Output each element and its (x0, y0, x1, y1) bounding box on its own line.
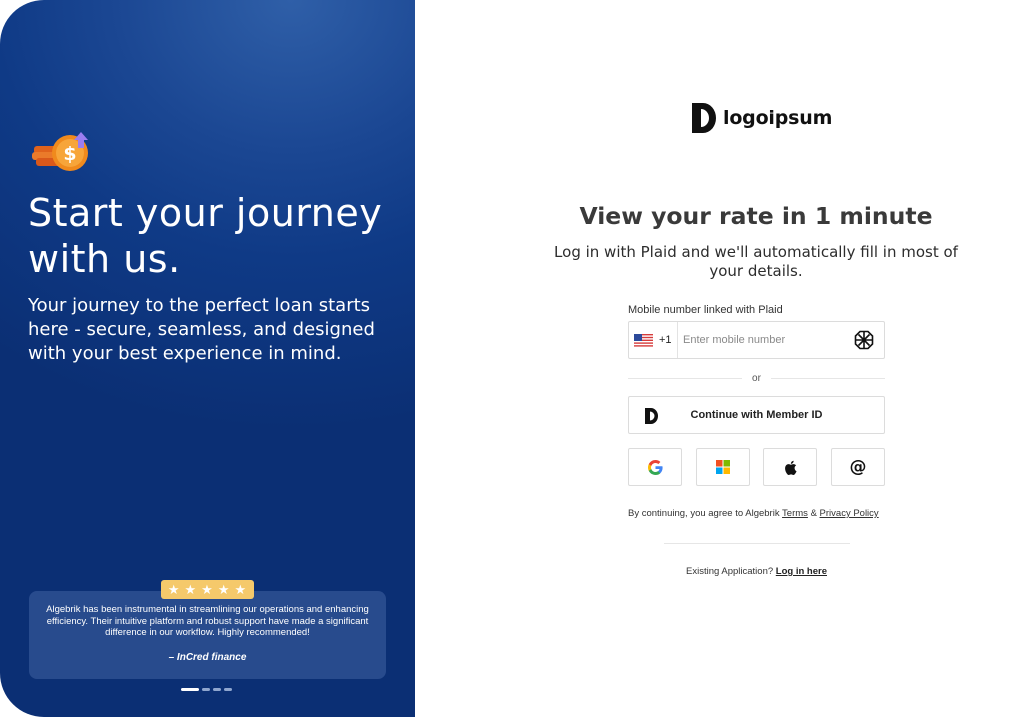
terms-link[interactable]: Terms (782, 508, 808, 519)
page-subtitle: Log in with Plaid and we'll automaticall… (554, 243, 958, 280)
hero-subtitle: Your journey to the perfect loan starts … (28, 295, 375, 364)
testimonial-quote: Algebrik has been instrumental in stream… (46, 604, 369, 638)
login-link[interactable]: Log in here (776, 566, 827, 577)
hero-panel: $ Start your journey with us. Your journ… (0, 0, 415, 717)
member-id-icon (645, 408, 658, 424)
email-login-button[interactable]: @ (830, 448, 885, 486)
or-divider: or (628, 372, 885, 384)
testimonial-card: Algebrik has been instrumental in stream… (29, 591, 386, 679)
hero-title: Start your journey with us. (28, 191, 383, 281)
page-title: View your rate in 1 minute (579, 202, 933, 230)
carousel-dot[interactable] (213, 688, 221, 691)
carousel-dot[interactable] (202, 688, 210, 691)
carousel-dots (181, 688, 232, 691)
phone-field: +1 (628, 321, 885, 359)
social-login-row: @ (628, 448, 885, 486)
carousel-dot[interactable] (224, 688, 232, 691)
svg-text:$: $ (63, 143, 76, 165)
google-icon (647, 459, 663, 475)
testimonial-author: – InCred finance (168, 652, 247, 663)
country-selector[interactable]: +1 (629, 322, 678, 358)
divider-line (770, 377, 885, 379)
legal-and: & (810, 508, 817, 519)
phone-input[interactable] (678, 322, 854, 358)
legal-prefix: By continuing, you agree to Algebrik (628, 508, 780, 519)
carousel-dot[interactable] (181, 688, 199, 691)
logo-mark-icon (692, 103, 716, 133)
apple-login-button[interactable] (763, 448, 818, 486)
apple-icon (784, 460, 797, 475)
divider-line (628, 377, 743, 379)
section-divider (664, 543, 850, 544)
plaid-icon (854, 330, 874, 350)
google-login-button[interactable] (628, 448, 682, 486)
divider-text: or (752, 372, 761, 384)
microsoft-login-button[interactable] (695, 448, 750, 486)
country-code: +1 (659, 334, 672, 346)
member-id-label: Continue with Member ID (690, 409, 823, 421)
existing-prefix: Existing Application? (686, 566, 774, 577)
microsoft-icon (715, 460, 730, 474)
brand-logo: logoipsum (692, 103, 832, 133)
member-id-button[interactable]: Continue with Member ID (628, 396, 885, 434)
rating-stars: ★★★★★ (161, 580, 254, 599)
us-flag-icon (634, 333, 653, 347)
email-at-icon: @ (849, 457, 867, 477)
brand-name: logoipsum (723, 107, 833, 129)
legal-notice: By continuing, you agree to Algebrik Ter… (628, 508, 879, 519)
privacy-policy-link[interactable]: Privacy Policy (820, 508, 879, 519)
existing-application: Existing Application? Log in here (628, 566, 885, 577)
coin-growth-icon: $ (32, 132, 88, 171)
phone-label: Mobile number linked with Plaid (628, 304, 783, 316)
